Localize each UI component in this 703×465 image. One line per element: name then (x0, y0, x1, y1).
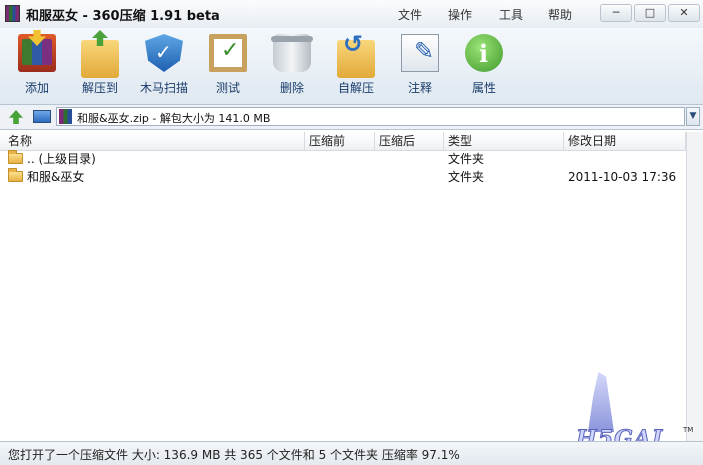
file-name: 和服&巫女 (27, 170, 85, 184)
properties-button[interactable]: 属性 (453, 34, 515, 96)
test-checklist-icon (209, 34, 247, 72)
vertical-scrollbar[interactable] (686, 132, 703, 441)
file-type: 文件夹 (448, 170, 485, 184)
menu-help[interactable]: 帮助 (548, 6, 572, 23)
path-text: 和服&巫女.zip - 解包大小为 141.0 MB (77, 112, 271, 125)
folder-icon (8, 168, 23, 182)
column-size-before[interactable]: 压缩前 (305, 132, 375, 150)
test-label: 测试 (215, 81, 240, 95)
path-dropdown-button[interactable]: ▼ (686, 107, 700, 126)
add-button[interactable]: 添加 (6, 34, 68, 96)
address-bar: 和服&巫女.zip - 解包大小为 141.0 MB ▼ (0, 105, 703, 130)
extract-to-button[interactable]: 解压到 (69, 34, 131, 96)
window-title: 和服巫女 - 360压缩 1.91 beta (26, 9, 220, 24)
add-archive-icon (18, 34, 56, 72)
extract-folder-icon (81, 40, 119, 78)
zip-archive-icon (59, 109, 72, 124)
file-type: 文件夹 (448, 152, 485, 166)
minimize-button[interactable]: ─ (600, 4, 632, 22)
add-label: 添加 (24, 81, 49, 95)
close-button[interactable]: ✕ (668, 4, 700, 22)
watermark-character-image (588, 372, 614, 432)
modified-date: 2011-10-03 17:36 (568, 170, 677, 184)
delete-label: 删除 (279, 81, 304, 95)
shield-scan-icon (145, 34, 183, 72)
folder-icon (8, 150, 23, 164)
menu-tools[interactable]: 工具 (499, 6, 523, 23)
list-item-folder[interactable]: 和服&巫女 文件夹 2011-10-03 17:36 (0, 168, 686, 186)
menu-operation[interactable]: 操作 (448, 6, 472, 23)
file-list-header: 名称 压缩前 压缩后 类型 修改日期 (0, 132, 686, 151)
properties-label: 属性 (471, 81, 496, 95)
trojan-scan-button[interactable]: 木马扫描 (133, 34, 195, 96)
self-extract-label: 自解压 (337, 81, 374, 95)
toolbar: 添加 解压到 木马扫描 测试 删除 自解压 注释 属性 (0, 28, 703, 105)
test-button[interactable]: 测试 (197, 34, 259, 96)
desktop-icon[interactable] (33, 110, 51, 123)
trojan-scan-label: 木马扫描 (139, 81, 188, 95)
status-bar: 您打开了一个压缩文件 大小: 136.9 MB 共 365 个文件和 5 个文件… (0, 441, 703, 465)
maximize-button[interactable]: □ (634, 4, 666, 22)
comment-pencil-icon (401, 34, 439, 72)
column-type[interactable]: 类型 (444, 132, 564, 150)
self-extract-icon (337, 30, 375, 78)
column-modified[interactable]: 修改日期 (564, 132, 686, 150)
comment-label: 注释 (407, 81, 432, 95)
comment-button[interactable]: 注释 (389, 34, 451, 96)
trash-icon (271, 34, 313, 72)
watermark-tm: TM (683, 426, 694, 434)
file-name: .. (上级目录) (27, 152, 96, 166)
status-text: 您打开了一个压缩文件 大小: 136.9 MB 共 365 个文件和 5 个文件… (8, 448, 460, 462)
column-size-after[interactable]: 压缩后 (375, 132, 444, 150)
column-name[interactable]: 名称 (4, 132, 305, 150)
info-icon (465, 34, 503, 72)
up-arrow-icon[interactable] (9, 110, 23, 124)
delete-button[interactable]: 删除 (261, 34, 323, 96)
title-bar: 和服巫女 - 360压缩 1.91 beta 文件 操作 工具 帮助 ─ □ ✕ (0, 0, 703, 29)
app-icon (5, 5, 20, 22)
self-extract-button[interactable]: 自解压 (325, 30, 387, 96)
list-item-parent-dir[interactable]: .. (上级目录) 文件夹 (0, 150, 686, 168)
path-field[interactable]: 和服&巫女.zip - 解包大小为 141.0 MB (56, 107, 685, 126)
menu-file[interactable]: 文件 (398, 6, 422, 23)
extract-to-label: 解压到 (81, 81, 118, 95)
